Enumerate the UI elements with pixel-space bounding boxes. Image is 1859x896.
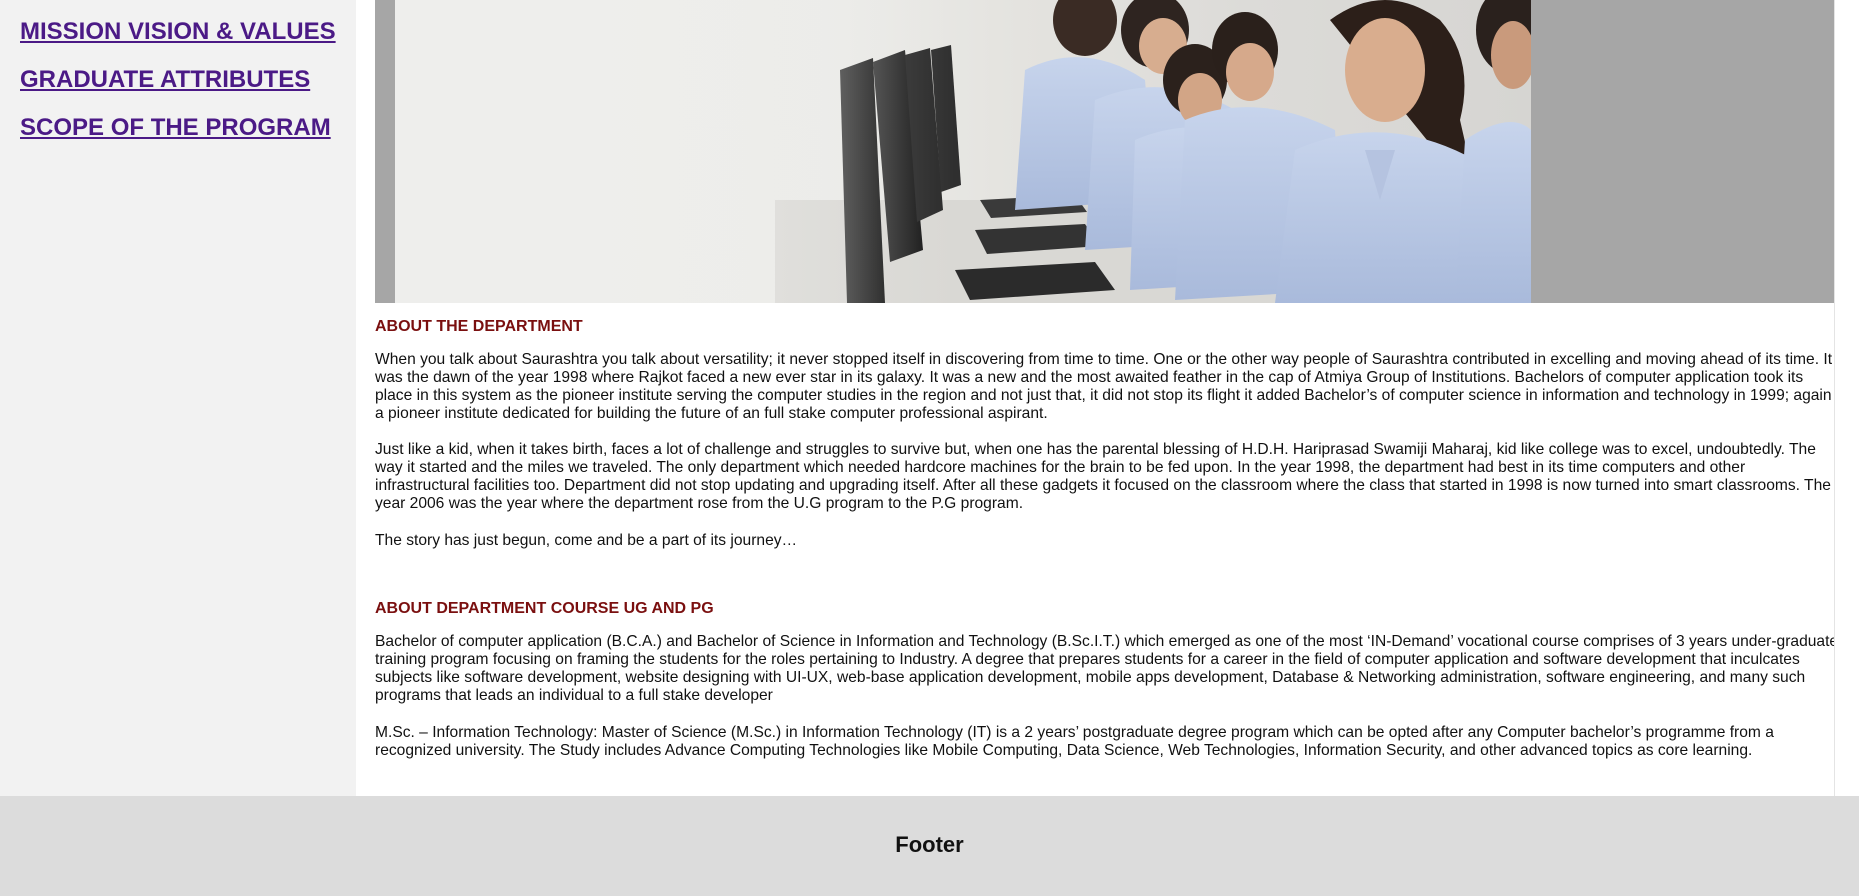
- sidebar-link-mission-vision-values[interactable]: MISSION VISION & VALUES: [20, 18, 336, 46]
- about-department-heading: ABOUT THE DEPARTMENT: [375, 318, 583, 335]
- page: MISSION VISION & VALUES GRADUATE ATTRIBU…: [0, 0, 1859, 896]
- sidebar: MISSION VISION & VALUES GRADUATE ATTRIBU…: [0, 0, 356, 796]
- about-department-paragraph-1: When you talk about Saurashtra you talk …: [375, 351, 1833, 422]
- hero-photo: [395, 0, 1531, 303]
- about-course-heading: ABOUT DEPARTMENT COURSE UG AND PG: [375, 600, 714, 617]
- footer: Footer: [0, 796, 1859, 896]
- footer-label: Footer: [895, 832, 964, 857]
- hero-banner: [375, 0, 1835, 303]
- about-department-paragraph-2: Just like a kid, when it takes birth, fa…: [375, 441, 1831, 512]
- sidebar-link-scope-of-the-program[interactable]: SCOPE OF THE PROGRAM: [20, 114, 331, 142]
- main-content: ABOUT THE DEPARTMENT When you talk about…: [356, 0, 1859, 796]
- about-department-paragraph-3: The story has just begun, come and be a …: [375, 532, 798, 549]
- about-course-paragraph-1: Bachelor of computer application (B.C.A.…: [375, 633, 1839, 704]
- sidebar-link-graduate-attributes[interactable]: GRADUATE ATTRIBUTES: [20, 66, 310, 94]
- about-course-paragraph-2: M.Sc. – Information Technology: Master o…: [375, 724, 1774, 759]
- scrollbar[interactable]: [1834, 0, 1859, 796]
- students-at-computers-photo: [395, 0, 1531, 303]
